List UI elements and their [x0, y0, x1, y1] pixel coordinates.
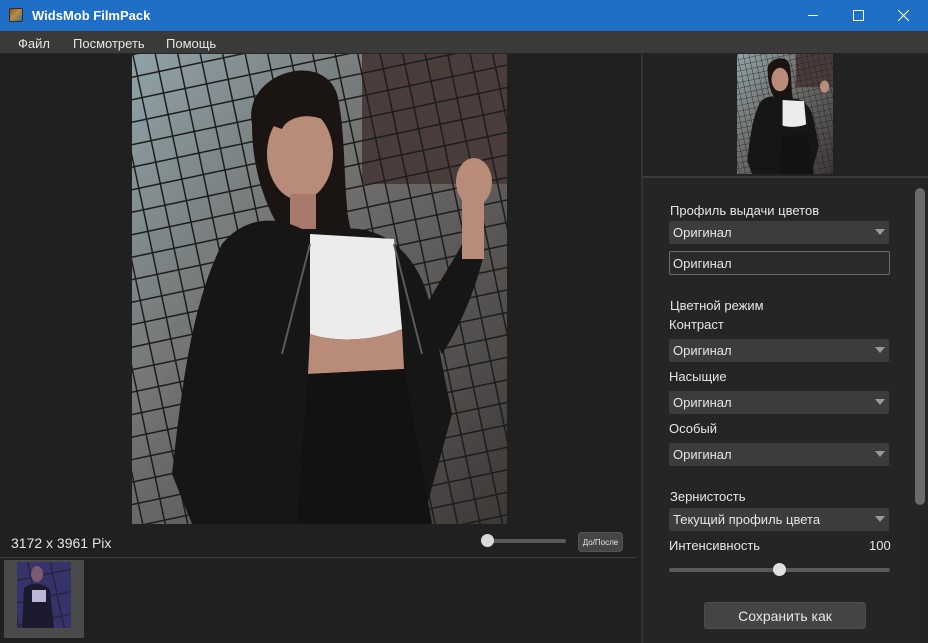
chevron-down-icon	[875, 347, 885, 353]
title-bar: WidsMob FilmPack	[0, 0, 928, 31]
special-dropdown[interactable]: Оригинал	[669, 443, 889, 466]
color-profile-input[interactable]	[670, 252, 889, 274]
special-label: Особый	[669, 421, 718, 436]
photo-preview[interactable]	[132, 54, 507, 524]
window-title: WidsMob FilmPack	[32, 8, 151, 23]
navigator-image	[737, 54, 833, 174]
divider	[643, 176, 928, 178]
contrast-value: Оригинал	[673, 343, 732, 358]
before-after-button[interactable]: До/После	[578, 532, 623, 552]
menu-help[interactable]: Помощь	[166, 36, 216, 51]
divider	[0, 557, 637, 558]
contrast-label: Контраст	[669, 317, 724, 332]
panel-scrollbar[interactable]	[915, 188, 925, 505]
menu-bar: Файл Посмотреть Помощь	[0, 31, 928, 54]
minimize-icon	[807, 15, 818, 16]
saturation-label: Насыщие	[669, 369, 727, 384]
color-profile-value: Оригинал	[673, 225, 732, 240]
color-profile-label: Профиль выдачи цветов	[670, 203, 820, 218]
workspace: 3172 x 3961 Pix До/После	[0, 54, 641, 643]
grain-value: Текущий профиль цвета	[673, 512, 821, 527]
chevron-down-icon	[875, 399, 885, 405]
menu-file[interactable]: Файл	[18, 36, 50, 51]
image-size-info: 3172 x 3961 Pix	[11, 535, 112, 551]
navigator-thumbnail[interactable]	[737, 54, 833, 174]
before-after-slider-thumb[interactable]	[481, 534, 494, 547]
color-profile-dropdown[interactable]: Оригинал	[669, 221, 889, 244]
photo-preview-image	[132, 54, 507, 524]
intensity-value: 100	[869, 538, 891, 553]
settings-panel: Профиль выдачи цветов Оригинал Цветной р…	[643, 54, 928, 643]
grain-dropdown[interactable]: Текущий профиль цвета	[669, 508, 889, 531]
navigator-area	[643, 54, 928, 176]
thumbnail-image	[4, 560, 84, 638]
intensity-slider-thumb[interactable]	[773, 563, 786, 576]
contrast-dropdown[interactable]: Оригинал	[669, 339, 889, 362]
color-profile-field[interactable]	[669, 251, 890, 275]
close-button[interactable]	[880, 0, 926, 31]
maximize-icon	[852, 10, 864, 21]
before-after-slider-track[interactable]	[486, 539, 566, 543]
chevron-down-icon	[875, 451, 885, 457]
minimize-button[interactable]	[790, 0, 836, 31]
menu-view[interactable]: Посмотреть	[73, 36, 145, 51]
special-value: Оригинал	[673, 447, 732, 462]
chevron-down-icon	[875, 229, 885, 235]
saturation-dropdown[interactable]: Оригинал	[669, 391, 889, 414]
color-mode-label: Цветной режим	[670, 298, 764, 313]
chevron-down-icon	[875, 516, 885, 522]
thumbnail-strip-item[interactable]	[4, 560, 84, 638]
intensity-label: Интенсивность	[669, 538, 761, 553]
save-as-button[interactable]: Сохранить как	[704, 602, 866, 629]
saturation-value: Оригинал	[673, 395, 732, 410]
grain-label: Зернистость	[670, 489, 746, 504]
app-icon	[9, 8, 23, 22]
close-icon	[897, 10, 909, 21]
maximize-button[interactable]	[835, 0, 881, 31]
